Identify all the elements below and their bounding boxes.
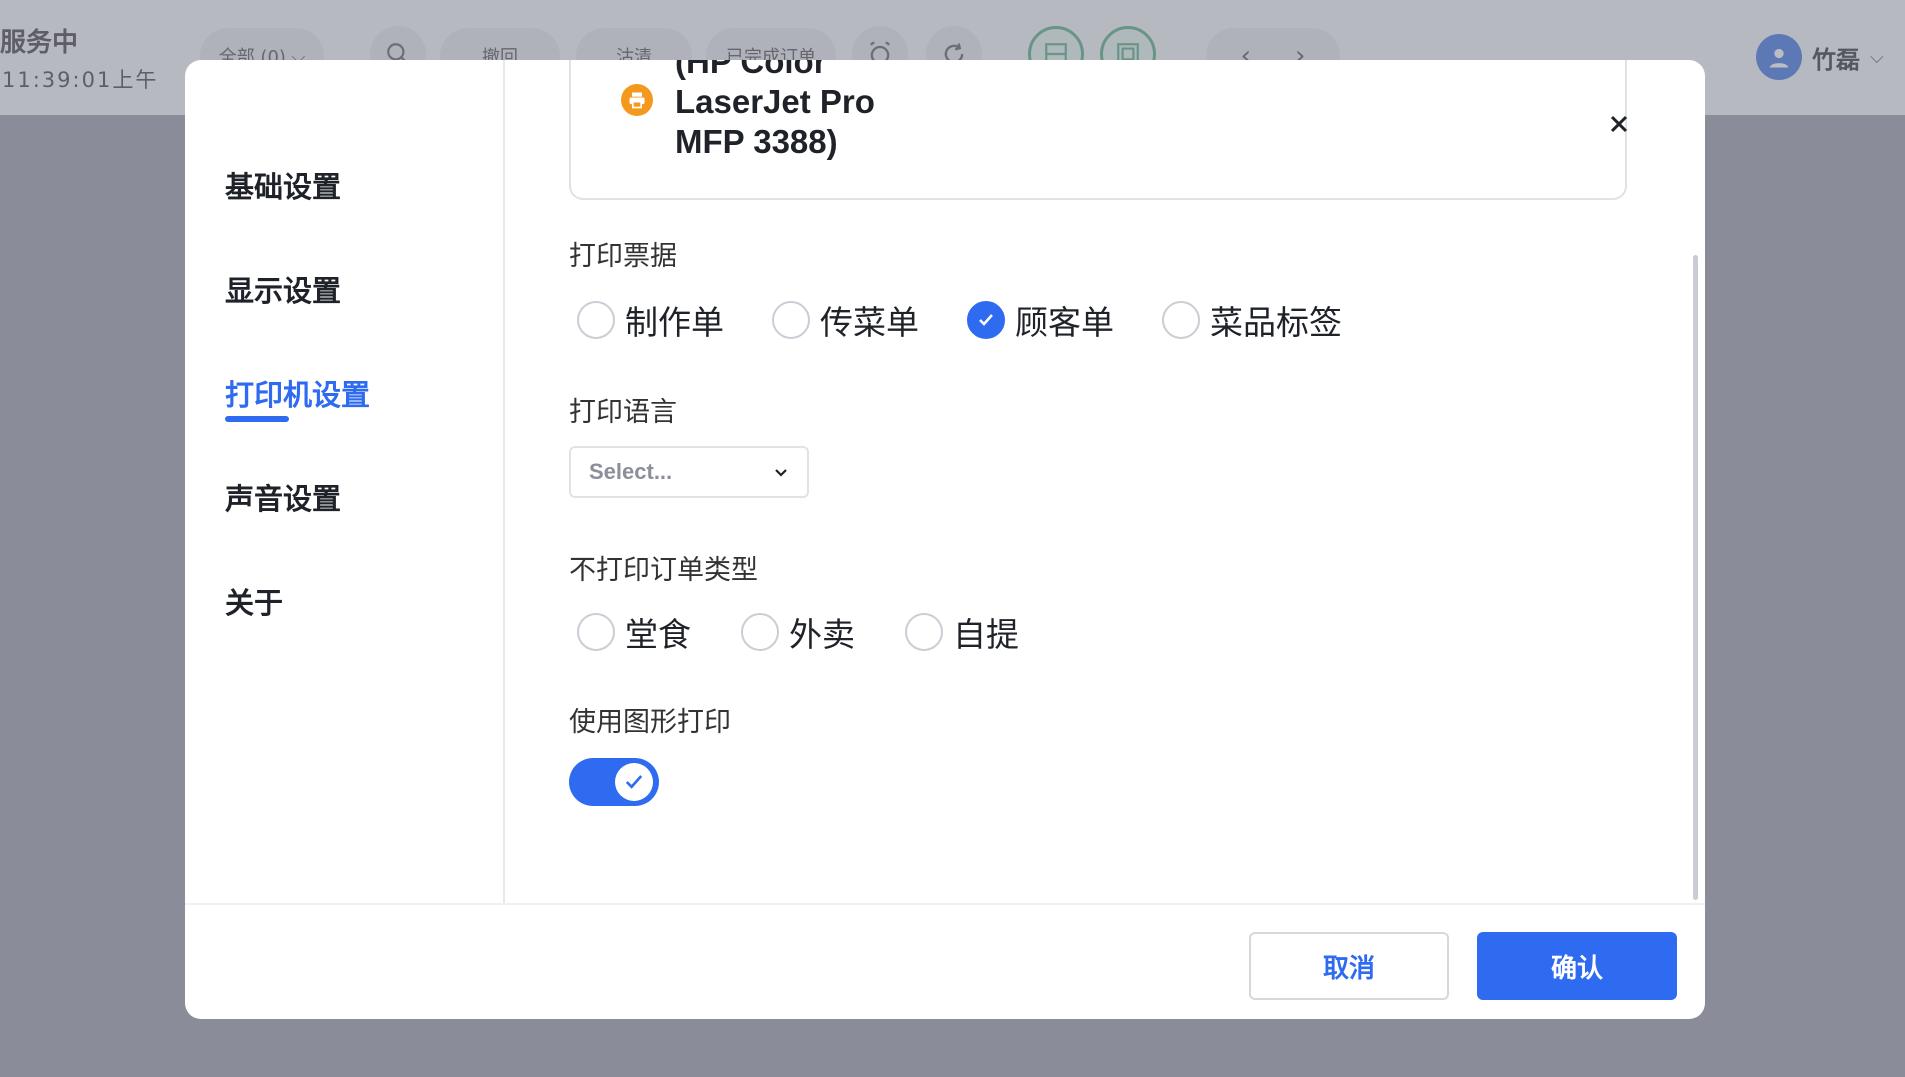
receipt-option-customer[interactable]: 顾客单 bbox=[967, 296, 1114, 344]
language-select[interactable]: Select... bbox=[569, 446, 809, 498]
printer-name-line: LaserJet Pro bbox=[675, 83, 875, 120]
sidebar-item-display[interactable]: 显示设置 bbox=[225, 268, 341, 310]
close-icon bbox=[1610, 115, 1628, 133]
check-icon bbox=[625, 775, 643, 789]
toggle-knob bbox=[615, 763, 653, 801]
sidebar-item-printer[interactable]: 打印机设置 bbox=[225, 372, 370, 414]
receipts-label: 打印票据 bbox=[569, 241, 677, 272]
exclude-order-types-options: 堂食 外卖 自提 bbox=[577, 608, 1067, 656]
receipt-option-dish-label[interactable]: 菜品标签 bbox=[1162, 296, 1342, 344]
checkbox[interactable] bbox=[772, 301, 810, 339]
sidebar-item-about[interactable]: 关于 bbox=[225, 580, 283, 622]
order-type-dine-in[interactable]: 堂食 bbox=[577, 608, 691, 656]
settings-content: (HP Color LaserJet Pro MFP 3388) 打印票据 制作… bbox=[505, 60, 1705, 903]
active-tab-indicator bbox=[225, 416, 289, 422]
checkbox-label: 制作单 bbox=[625, 303, 724, 342]
settings-sidebar: 基础设置 显示设置 打印机设置 声音设置 关于 bbox=[185, 60, 505, 903]
checkbox[interactable] bbox=[1162, 301, 1200, 339]
remove-printer-button[interactable] bbox=[1603, 108, 1635, 140]
checkbox-checked[interactable] bbox=[967, 301, 1005, 339]
dialog-footer: 取消 确认 bbox=[185, 903, 1705, 1019]
checkbox-label: 传菜单 bbox=[820, 303, 919, 342]
order-type-delivery[interactable]: 外卖 bbox=[741, 608, 855, 656]
avatar bbox=[1756, 34, 1802, 80]
username: 竹磊 bbox=[1812, 45, 1860, 74]
printer-name-line: MFP 3388) bbox=[675, 123, 838, 160]
chevron-down-icon bbox=[775, 469, 787, 477]
printer-icon bbox=[621, 84, 653, 116]
printer-name: (HP Color LaserJet Pro MFP 3388) bbox=[675, 60, 995, 162]
checkbox-label: 自提 bbox=[953, 615, 1019, 654]
receipt-option-prep[interactable]: 制作单 bbox=[577, 296, 724, 344]
printer-name-line: (HP Color bbox=[675, 60, 827, 80]
checkbox-label: 顾客单 bbox=[1015, 303, 1114, 342]
graphic-print-label: 使用图形打印 bbox=[569, 707, 731, 738]
checkbox[interactable] bbox=[577, 613, 615, 651]
order-type-pickup[interactable]: 自提 bbox=[905, 608, 1019, 656]
checkbox-label: 外卖 bbox=[789, 615, 855, 654]
confirm-button[interactable]: 确认 bbox=[1477, 932, 1677, 1000]
sidebar-item-basic[interactable]: 基础设置 bbox=[225, 164, 341, 206]
exclude-order-types-label: 不打印订单类型 bbox=[569, 555, 758, 586]
printer-settings-dialog: 基础设置 显示设置 打印机设置 声音设置 关于 (HP Color LaserJ… bbox=[185, 60, 1705, 1019]
checkbox-label: 堂食 bbox=[625, 615, 691, 654]
clock: 11:39:01上午 bbox=[2, 68, 159, 92]
checkbox-label: 菜品标签 bbox=[1210, 303, 1342, 342]
checkbox[interactable] bbox=[905, 613, 943, 651]
chevron-down-icon: ⌵ bbox=[1870, 46, 1884, 68]
content-scrollbar[interactable] bbox=[1693, 255, 1698, 900]
checkbox[interactable] bbox=[577, 301, 615, 339]
graphic-print-toggle[interactable] bbox=[569, 758, 659, 806]
user-menu: 竹磊 ⌵ bbox=[1756, 34, 1884, 80]
receipts-options: 制作单 传菜单 顾客单 菜品标签 bbox=[577, 296, 1390, 344]
check-icon bbox=[979, 314, 993, 326]
checkbox[interactable] bbox=[741, 613, 779, 651]
printer-card: (HP Color LaserJet Pro MFP 3388) bbox=[569, 60, 1628, 200]
receipt-option-serving[interactable]: 传菜单 bbox=[772, 296, 919, 344]
cancel-button[interactable]: 取消 bbox=[1249, 932, 1449, 1000]
sidebar-item-sound[interactable]: 声音设置 bbox=[225, 476, 341, 518]
language-select-placeholder: Select... bbox=[589, 459, 673, 484]
language-label: 打印语言 bbox=[569, 397, 677, 428]
service-status: 服务中 bbox=[0, 28, 79, 58]
